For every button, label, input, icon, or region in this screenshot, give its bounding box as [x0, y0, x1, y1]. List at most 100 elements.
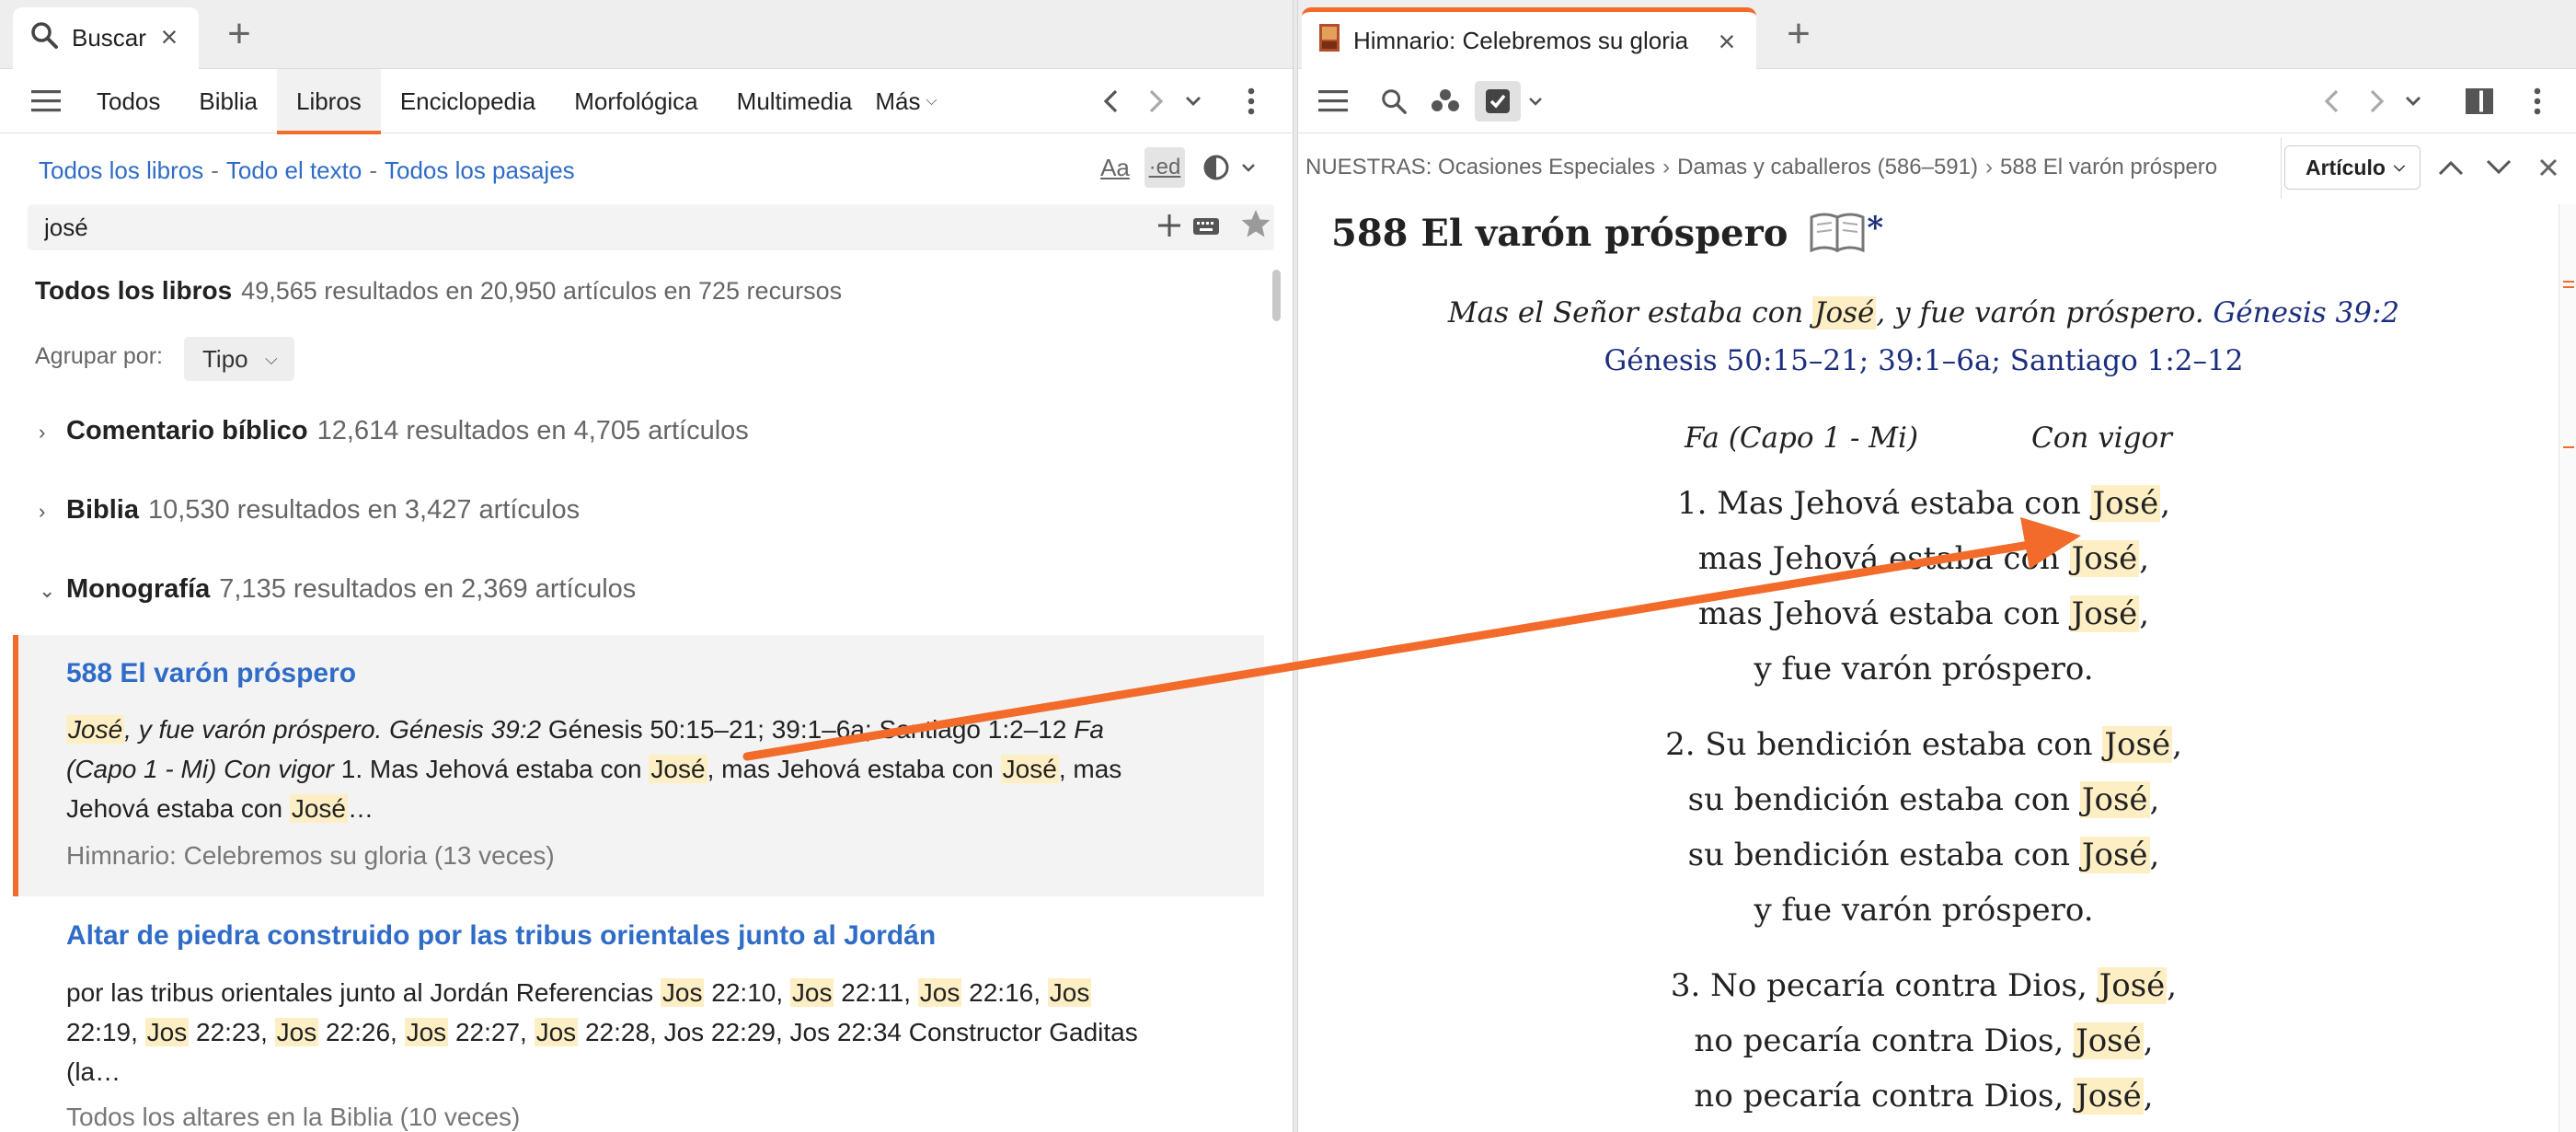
text-run: , y fue varón próspero. Génesis 39:2 — [124, 715, 542, 744]
hymn-tempo: Con vigor — [2031, 422, 2172, 455]
tab-label: Himnario: Celebremos su gloria — [1353, 26, 1689, 54]
scripture-ref[interactable]: Génesis 39:2 — [2214, 296, 2400, 329]
search-hit: Jos — [534, 1018, 579, 1046]
chevron-right-icon[interactable] — [1141, 69, 1172, 133]
search-hit: José — [2069, 540, 2140, 577]
category-name: Comentario bíblico — [66, 416, 308, 445]
tab-enciclopedia[interactable]: Enciclopedia — [381, 69, 555, 133]
tab-biblia[interactable]: Biblia — [179, 69, 277, 133]
search-hit: José — [2069, 595, 2140, 632]
verse-text: mas Jehová estaba con — [1697, 595, 2070, 632]
contrast-icon[interactable] — [1196, 147, 1236, 188]
filter-links: Todos los libros - Todo el texto - Todos los… — [39, 156, 575, 185]
chevron-down-icon[interactable] — [1179, 69, 1207, 133]
close-icon[interactable]: × — [1714, 27, 1740, 56]
keyboard-icon[interactable] — [1192, 215, 1220, 242]
results-scrollbar[interactable] — [1272, 270, 1281, 321]
toolbar-divider — [2281, 138, 2282, 199]
tab-morfologica[interactable]: Morfológica — [555, 69, 717, 133]
star-icon[interactable] — [1240, 208, 1271, 248]
checkbox-icon[interactable] — [1475, 81, 1521, 121]
breadcrumb-item[interactable]: Damas y caballeros (586–591) — [1677, 155, 1978, 179]
tab-label: Multimedia — [736, 87, 853, 115]
search-hit: Jos — [1047, 978, 1092, 1007]
chevron-left-icon[interactable] — [1095, 69, 1126, 133]
tab-todos[interactable]: Todos — [77, 69, 179, 133]
tab-buscar[interactable]: Buscar × — [13, 7, 199, 69]
more-vertical-icon[interactable] — [2524, 69, 2551, 133]
more-vertical-icon[interactable] — [1237, 69, 1265, 133]
ed-toggle-label: ·ed — [1148, 155, 1181, 179]
filter-all-books[interactable]: Todos los libros — [39, 156, 203, 184]
category-comentario[interactable]: › Comentario bíblico 12,614 resultados en … — [39, 416, 749, 446]
tab-libros[interactable]: Libros — [276, 69, 381, 134]
verse-line: no pecaría contra Dios, José, — [1298, 1078, 2549, 1115]
tab-mas[interactable]: Más ⌵ — [871, 69, 956, 133]
text-run: 1. Mas Jehová estaba con — [333, 755, 650, 783]
article-title: 588 El varón próspero * — [1331, 210, 1883, 263]
text-run: (la… — [66, 1057, 121, 1086]
tab-label: Morfológica — [574, 87, 698, 115]
ed-toggle-icon[interactable]: ·ed — [1144, 147, 1185, 188]
search-icon — [29, 20, 59, 56]
verse-text: , — [2167, 967, 2178, 1004]
chevron-up-icon[interactable] — [2437, 143, 2465, 192]
asterisk-mark[interactable]: * — [1867, 210, 1883, 247]
tab-himnario[interactable]: Himnario: Celebremos su gloria × — [1302, 7, 1756, 69]
chevron-right-icon[interactable] — [2362, 69, 2393, 133]
chevron-down-icon[interactable] — [2399, 69, 2427, 133]
reader-pane: Himnario: Celebremos su gloria × + NUEST… — [1298, 0, 2576, 1132]
scripture-refs[interactable]: Génesis 50:15–21; 39:1–6a; Santiago 1:2–… — [1298, 344, 2549, 377]
panel-layout-icon[interactable] — [2461, 69, 2498, 133]
snippet-line: Jehová estaba con José… — [66, 789, 1225, 828]
verse-text: , — [2143, 1022, 2154, 1059]
plus-icon[interactable]: + — [1780, 14, 1817, 54]
category-count: 12,614 resultados en 4,705 artículos — [316, 416, 749, 445]
result-snippet: José , y fue varón próspero. Génesis 39:2… — [66, 710, 1225, 828]
plus-icon[interactable] — [1156, 212, 1183, 244]
epigraph: Mas el Señor estaba con José, y fue varó… — [1298, 296, 2549, 329]
filter-all-text[interactable]: Todo el texto — [226, 156, 362, 184]
verse-line: y fue varón próspero. — [1298, 651, 2549, 687]
tab-multimedia[interactable]: Multimedia — [718, 69, 872, 133]
people-icon[interactable] — [1425, 69, 1466, 133]
category-monografia[interactable]: ⌄ Monografía 7,135 resultados en 2,369 art… — [39, 574, 636, 605]
text-size-icon[interactable]: Aa — [1095, 147, 1135, 188]
view-select[interactable]: Artículo ⌵ — [2284, 145, 2421, 190]
search-input[interactable] — [44, 210, 1130, 245]
filter-all-passages[interactable]: Todos los pasajes — [385, 156, 575, 184]
plus-icon[interactable]: + — [221, 14, 258, 54]
search-box — [28, 204, 1274, 250]
search-hit: José — [289, 794, 348, 823]
tab-label: Enciclopedia — [399, 87, 536, 115]
menu-icon[interactable] — [1315, 69, 1351, 133]
result-title[interactable]: Altar de piedra construido por las tribu… — [66, 920, 936, 952]
close-icon[interactable]: × — [156, 22, 182, 52]
chevron-down-icon[interactable] — [1236, 147, 1260, 188]
verse-line: y fue varón próspero. — [1298, 892, 2549, 929]
tab-label: Todos — [97, 87, 161, 115]
breadcrumb-item[interactable]: 588 El varón próspero — [2000, 155, 2217, 179]
group-by-select[interactable]: Tipo ⌵ — [184, 337, 294, 381]
breadcrumb-item[interactable]: NUESTRAS: Ocasiones Especiales — [1305, 155, 1655, 179]
text-run: (Capo 1 - Mi) Con vigor — [66, 755, 334, 783]
search-icon[interactable] — [1375, 69, 1412, 133]
chevron-down-icon[interactable] — [1523, 69, 1548, 133]
right-toolbar — [1298, 69, 2576, 133]
snippet-line: (la… — [66, 1052, 1225, 1092]
group-by-label: Agrupar por: — [35, 343, 163, 369]
close-icon[interactable] — [2538, 143, 2559, 192]
result-title[interactable]: 588 El varón próspero — [66, 658, 356, 689]
menu-icon[interactable] — [28, 69, 64, 133]
category-biblia[interactable]: › Biblia 10,530 resultados en 3,427 artícu… — [39, 495, 580, 526]
reader-scroll-strip[interactable] — [2559, 204, 2576, 1132]
search-hit: José — [2079, 837, 2150, 873]
text-run: 22:28, Jos 22:29, Jos 22:34 Constructor … — [578, 1018, 1138, 1046]
text-run: , mas Jehová estaba con — [707, 755, 1001, 783]
text-run: , mas — [1058, 755, 1122, 783]
book-icon[interactable] — [1808, 210, 1867, 263]
chevron-left-icon[interactable] — [2316, 69, 2347, 133]
text-run: Fa — [1074, 715, 1104, 744]
text-run: Génesis 50:15–21; 39:1–6a; Santiago 1:2–… — [541, 715, 1075, 744]
chevron-down-icon[interactable] — [2485, 143, 2513, 192]
